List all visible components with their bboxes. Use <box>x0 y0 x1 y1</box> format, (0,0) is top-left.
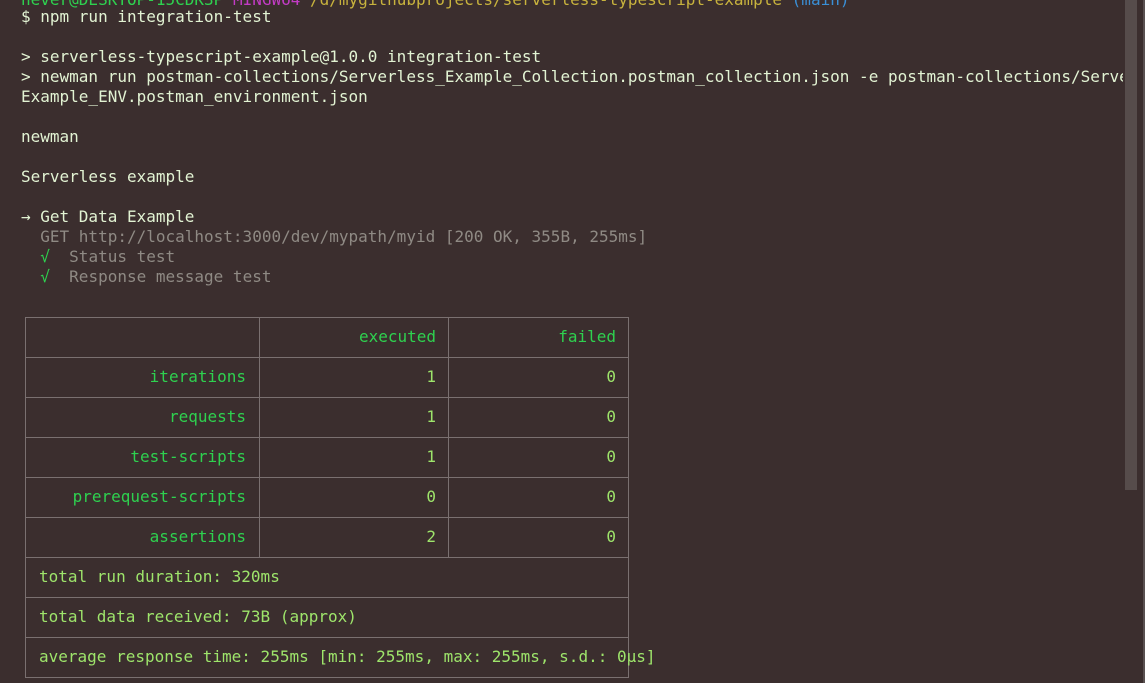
column-header-failed: failed <box>558 327 616 346</box>
executed-count: 0 <box>426 487 436 506</box>
failed-count: 0 <box>606 527 616 546</box>
failed-count: 0 <box>606 407 616 426</box>
script-command-line: > newman run postman-collections/Serverl… <box>21 67 1145 86</box>
row-label: test-scripts <box>130 447 246 466</box>
summary-table: executed failed iterations 1 0 requests … <box>25 317 656 678</box>
average-response-time: average response time: 255ms [min: 255ms… <box>39 647 656 666</box>
failed-count: 0 <box>606 447 616 466</box>
command-line: $ npm run integration-test <box>21 7 272 26</box>
row-label: requests <box>168 407 246 426</box>
script-command-line-continued: Example_ENV.postman_environment.json <box>21 87 368 106</box>
terminal-window[interactable]: never@DESKTOP-15CDK3P MINGW64 /d/mygithu… <box>0 0 1145 683</box>
column-header-executed: executed <box>358 327 436 346</box>
collection-name: Serverless example <box>21 167 195 186</box>
test-name: Status test <box>69 247 176 266</box>
checkmark-icon: √ <box>40 247 50 266</box>
row-label: prerequest-scripts <box>72 487 246 506</box>
scrollbar-thumb[interactable] <box>1125 0 1137 490</box>
total-run-duration: total run duration: 320ms <box>39 567 280 586</box>
test-name: Response message test <box>69 267 272 286</box>
failed-count: 0 <box>606 487 616 506</box>
request-title: → Get Data Example <box>21 207 195 226</box>
row-label: assertions <box>149 527 246 546</box>
test-result-row: √ Response message test <box>21 267 271 287</box>
executed-count: 2 <box>426 527 436 546</box>
failed-count: 0 <box>606 367 616 386</box>
script-header-line: > serverless-typescript-example@1.0.0 in… <box>21 47 542 66</box>
executed-count: 1 <box>426 367 436 386</box>
test-result-row: √ Status test <box>21 247 175 267</box>
total-data-received: total data received: 73B (approx) <box>39 607 357 626</box>
checkmark-icon: √ <box>40 267 50 286</box>
prompt-path: /d/mygithubprojects/serverless-typescrip… <box>310 0 782 9</box>
runner-name: newman <box>21 127 79 146</box>
request-line: GET http://localhost:3000/dev/mypath/myi… <box>21 227 648 246</box>
executed-count: 1 <box>426 447 436 466</box>
row-label: iterations <box>149 367 246 386</box>
executed-count: 1 <box>426 407 436 426</box>
prompt-branch: (main) <box>792 0 850 9</box>
vertical-scrollbar[interactable] <box>1123 0 1145 683</box>
